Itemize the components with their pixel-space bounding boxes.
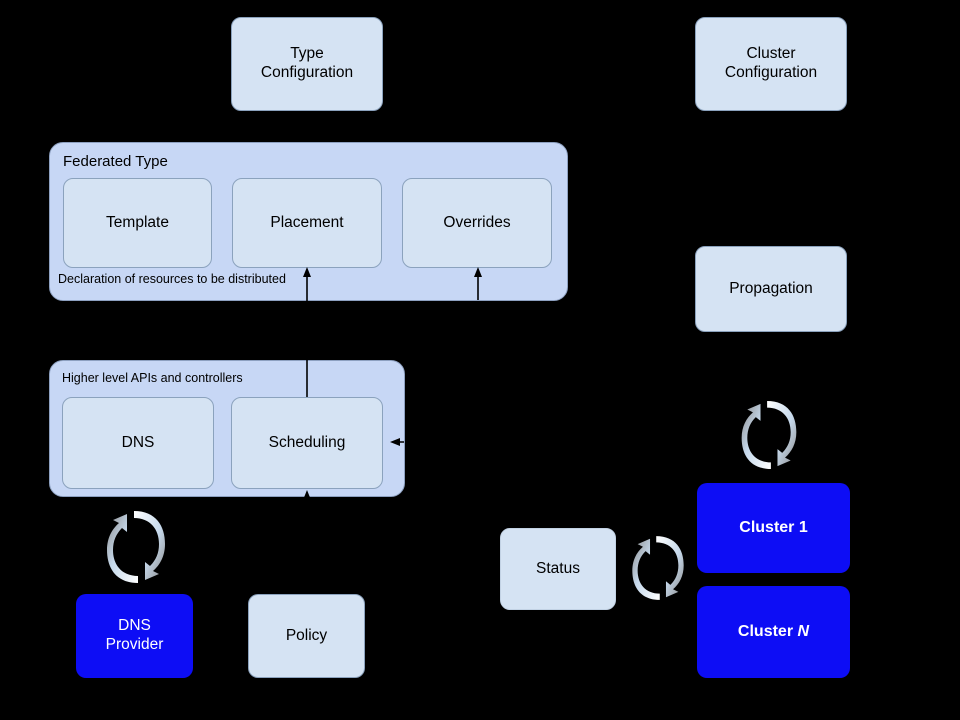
node-status[interactable]: Status: [500, 528, 616, 610]
node-cluster-1-label: Cluster 1: [739, 519, 808, 537]
arrowhead-placement: [303, 267, 311, 277]
sync-loop-icon-status: [632, 536, 684, 600]
node-cluster-n-label: Cluster N: [738, 622, 809, 642]
sync-loop-icon-dns: [107, 511, 165, 583]
node-cluster-n[interactable]: Cluster N: [697, 586, 850, 678]
node-status-label: Status: [536, 559, 580, 577]
node-cluster-1[interactable]: Cluster 1: [697, 483, 850, 573]
node-cluster-n-prefix: Cluster: [737, 623, 798, 641]
arrowhead-scheduling-right: [390, 438, 400, 446]
node-cluster-n-suffix: N: [797, 623, 810, 641]
arrowhead-scheduling-bottom: [303, 490, 311, 500]
node-dns-provider[interactable]: DNS Provider: [76, 594, 193, 678]
node-dns-provider-label: DNS Provider: [105, 617, 164, 653]
arrowhead-overrides: [474, 267, 482, 277]
node-policy[interactable]: Policy: [248, 594, 365, 678]
sync-loop-icon-cluster: [741, 401, 797, 469]
node-policy-label: Policy: [285, 626, 328, 644]
diagram-canvas: Type Configuration Cluster Configuration…: [0, 0, 960, 720]
